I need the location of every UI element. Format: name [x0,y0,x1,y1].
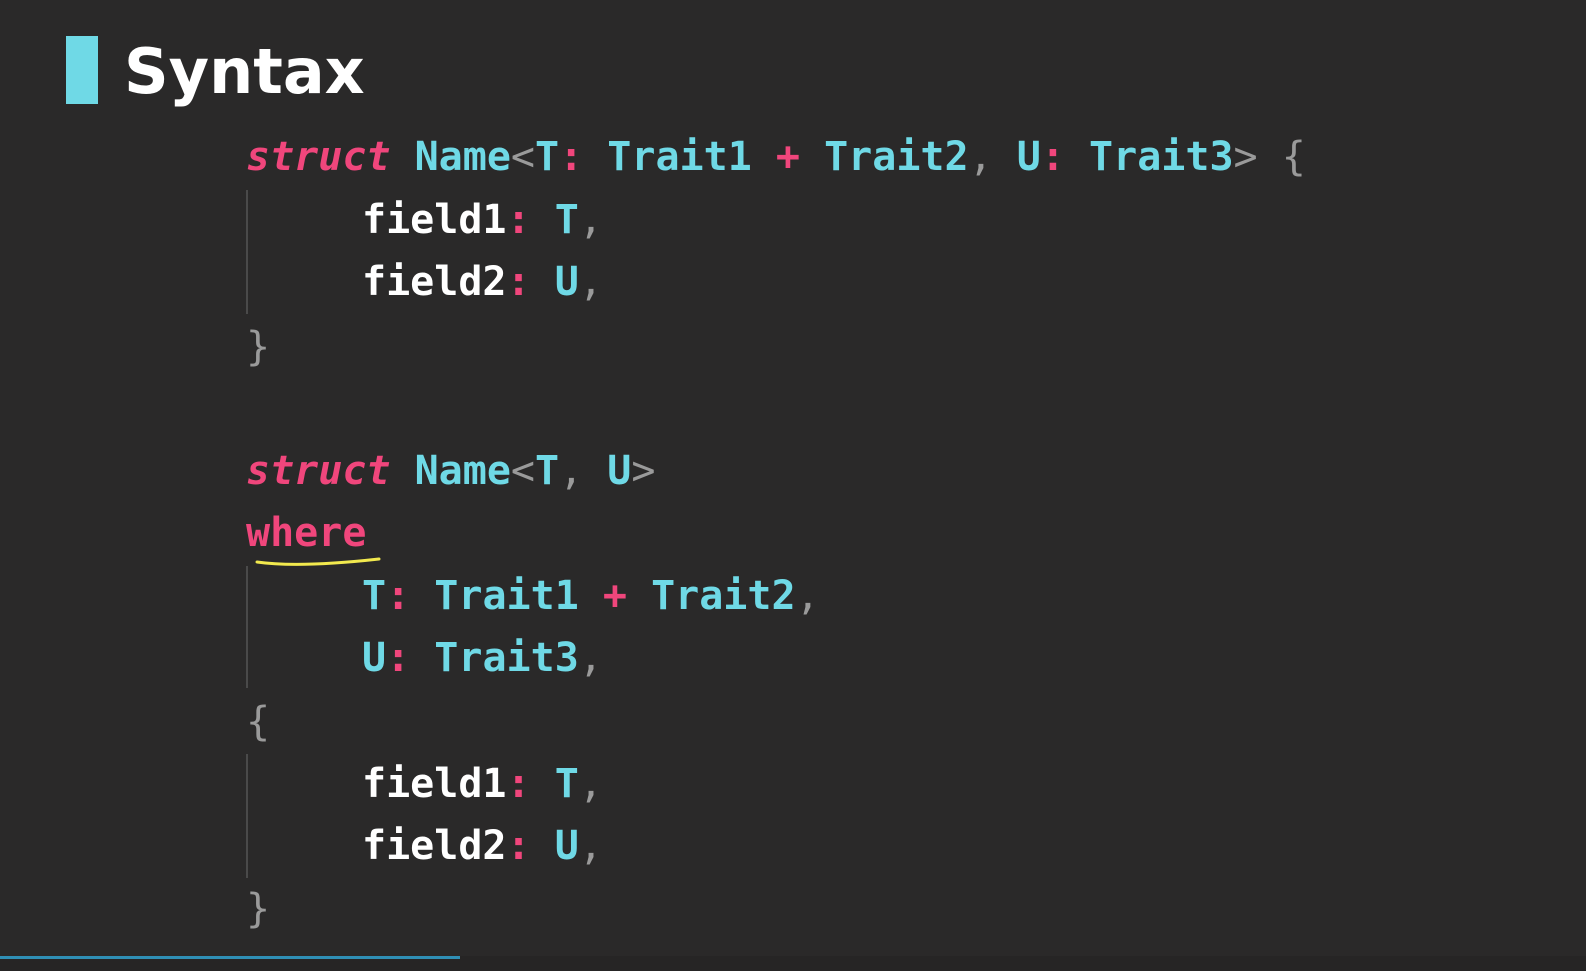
type-param-t: T [535,448,560,494]
type-param-u: U [607,448,632,494]
angle-open: < [510,134,536,180]
field-name: field1 [362,761,507,807]
video-progress-track[interactable] [0,956,1586,971]
trait-name: Trait2 [824,134,969,180]
trait-name: Trait2 [651,573,796,619]
comma: , [578,197,603,243]
code-line-2: field1: T, [362,189,603,251]
code-line-7: T: Trait1 + Trait2, [362,565,820,627]
plus-operator: + [775,134,800,180]
slide-title: Syntax [124,35,365,108]
colon: : [506,761,531,807]
code-line-8: U: Trait3, [362,627,603,689]
indent-guide [246,190,248,314]
colon: : [386,573,411,619]
angle-close: > [631,448,656,494]
struct-name: Name [414,448,511,494]
type-param-t: T [362,573,387,619]
comma: , [578,823,603,869]
comma: , [578,761,603,807]
code-line-10: field1: T, [362,753,603,815]
field-name: field1 [362,197,507,243]
code-line-9: { [246,691,270,753]
colon: : [386,635,411,681]
code-line-1: struct Name<T: Trait1 + Trait2, U: Trait… [246,126,1306,188]
title-accent-bar [66,36,98,104]
keyword-where: where [246,510,367,556]
colon: : [506,197,531,243]
code-line-4: } [246,316,270,378]
keyword-struct: struct [246,448,391,494]
colon: : [559,134,584,180]
brace-close: } [246,886,271,932]
angle-close: > [1233,134,1258,180]
comma: , [795,573,820,619]
brace-open: { [1281,134,1306,180]
type-param-t: T [535,134,560,180]
video-progress-fill [0,956,460,959]
trait-name: Trait3 [1089,134,1234,180]
code-line-3: field2: U, [362,251,603,313]
field-type: T [554,761,579,807]
indent-guide [246,566,248,688]
colon: : [506,259,531,305]
plus-operator: + [602,573,627,619]
comma: , [968,134,993,180]
comma: , [578,259,603,305]
indent-guide [246,754,248,878]
comma: , [559,448,584,494]
keyword-struct: struct [246,134,391,180]
angle-open: < [510,448,536,494]
struct-name: Name [414,134,511,180]
code-line-11: field2: U, [362,815,603,877]
type-param-u: U [362,635,387,681]
brace-close: } [246,324,271,370]
field-name: field2 [362,259,507,305]
code-line-5: struct Name<T, U> [246,440,655,502]
field-type: U [554,259,579,305]
field-type: U [554,823,579,869]
brace-open: { [246,699,271,745]
colon: : [506,823,531,869]
colon: : [1040,134,1065,180]
comma: , [578,635,603,681]
code-line-12: } [246,878,270,940]
trait-name: Trait3 [434,635,579,681]
field-type: T [554,197,579,243]
type-param-u: U [1016,134,1041,180]
trait-name: Trait1 [434,573,579,619]
trait-name: Trait1 [607,134,752,180]
field-name: field2 [362,823,507,869]
